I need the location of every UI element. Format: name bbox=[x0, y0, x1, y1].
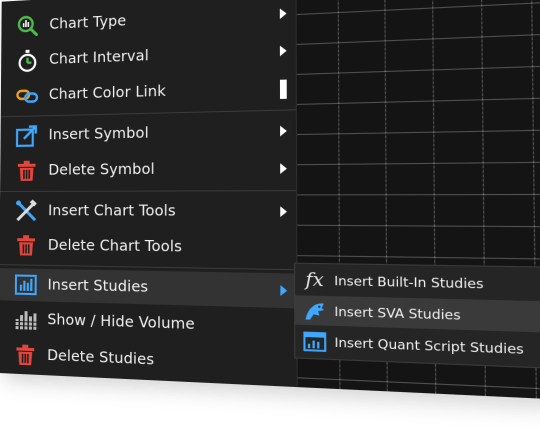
trash-icon bbox=[12, 341, 38, 369]
trash-icon bbox=[14, 158, 40, 184]
context-menu-stage: Chart Type Chart Interval Chart Color Li… bbox=[0, 0, 540, 441]
sva-icon bbox=[302, 298, 327, 323]
fx-icon-text: fx bbox=[305, 268, 324, 291]
submenu-item-label: Insert SVA Studies bbox=[334, 303, 461, 323]
menu-item-label: Delete Studies bbox=[47, 347, 155, 369]
tools-icon bbox=[13, 198, 39, 224]
menu-item-insert-studies[interactable]: Insert Studies bbox=[0, 268, 297, 309]
menu-item-label: Delete Symbol bbox=[48, 161, 155, 179]
menu-item-insert-symbol[interactable]: Insert Symbol bbox=[0, 114, 295, 153]
menu-item-label: Insert Studies bbox=[47, 277, 149, 296]
trash-icon bbox=[13, 232, 39, 259]
fx-icon: fx bbox=[302, 268, 327, 293]
studies-icon bbox=[13, 271, 39, 298]
menu-item-label: Chart Interval bbox=[49, 47, 149, 68]
submenu-arrow-icon bbox=[280, 285, 288, 297]
submenu-item-label: Insert Built-In Studies bbox=[334, 272, 484, 292]
menu-item-chart-color-link[interactable]: Chart Color Link bbox=[1, 71, 296, 113]
studies-submenu: fx Insert Built-In Studies Insert SVA St… bbox=[293, 262, 540, 370]
chart-type-icon bbox=[15, 12, 41, 39]
submenu-arrow-icon bbox=[280, 163, 287, 174]
menu-item-delete-symbol[interactable]: Delete Symbol bbox=[0, 151, 296, 187]
menu-item-delete-chart-tools[interactable]: Delete Chart Tools bbox=[0, 229, 296, 266]
volume-icon bbox=[13, 306, 39, 333]
submenu-arrow-icon bbox=[279, 8, 287, 20]
menu-item-label: Chart Color Link bbox=[48, 83, 166, 104]
submenu-item-insert-quant-script-studies[interactable]: Insert Quant Script Studies bbox=[295, 326, 540, 366]
quant-script-icon bbox=[302, 329, 327, 354]
context-menu: Chart Type Chart Interval Chart Color Li… bbox=[0, 0, 298, 388]
menu-item-label: Show / Hide Volume bbox=[47, 311, 195, 334]
submenu-arrow-icon bbox=[279, 45, 287, 57]
submenu-arrow-icon bbox=[280, 206, 288, 218]
menu-item-label: Insert Symbol bbox=[48, 125, 149, 144]
menu-divider bbox=[0, 190, 297, 193]
menu-item-insert-chart-tools[interactable]: Insert Chart Tools bbox=[0, 194, 296, 229]
insert-symbol-icon bbox=[14, 122, 40, 149]
link-icon bbox=[14, 82, 40, 109]
chart-background: Chart Type Chart Interval Chart Color Li… bbox=[0, 0, 540, 401]
submenu-item-label: Insert Quant Script Studies bbox=[334, 334, 524, 357]
menu-item-label: Insert Chart Tools bbox=[48, 203, 176, 220]
submenu-arrow-icon bbox=[280, 125, 287, 137]
menu-item-label: Chart Type bbox=[49, 13, 127, 33]
color-link-indicator bbox=[279, 79, 287, 99]
stopwatch-icon bbox=[15, 47, 41, 74]
menu-item-label: Delete Chart Tools bbox=[47, 237, 183, 256]
